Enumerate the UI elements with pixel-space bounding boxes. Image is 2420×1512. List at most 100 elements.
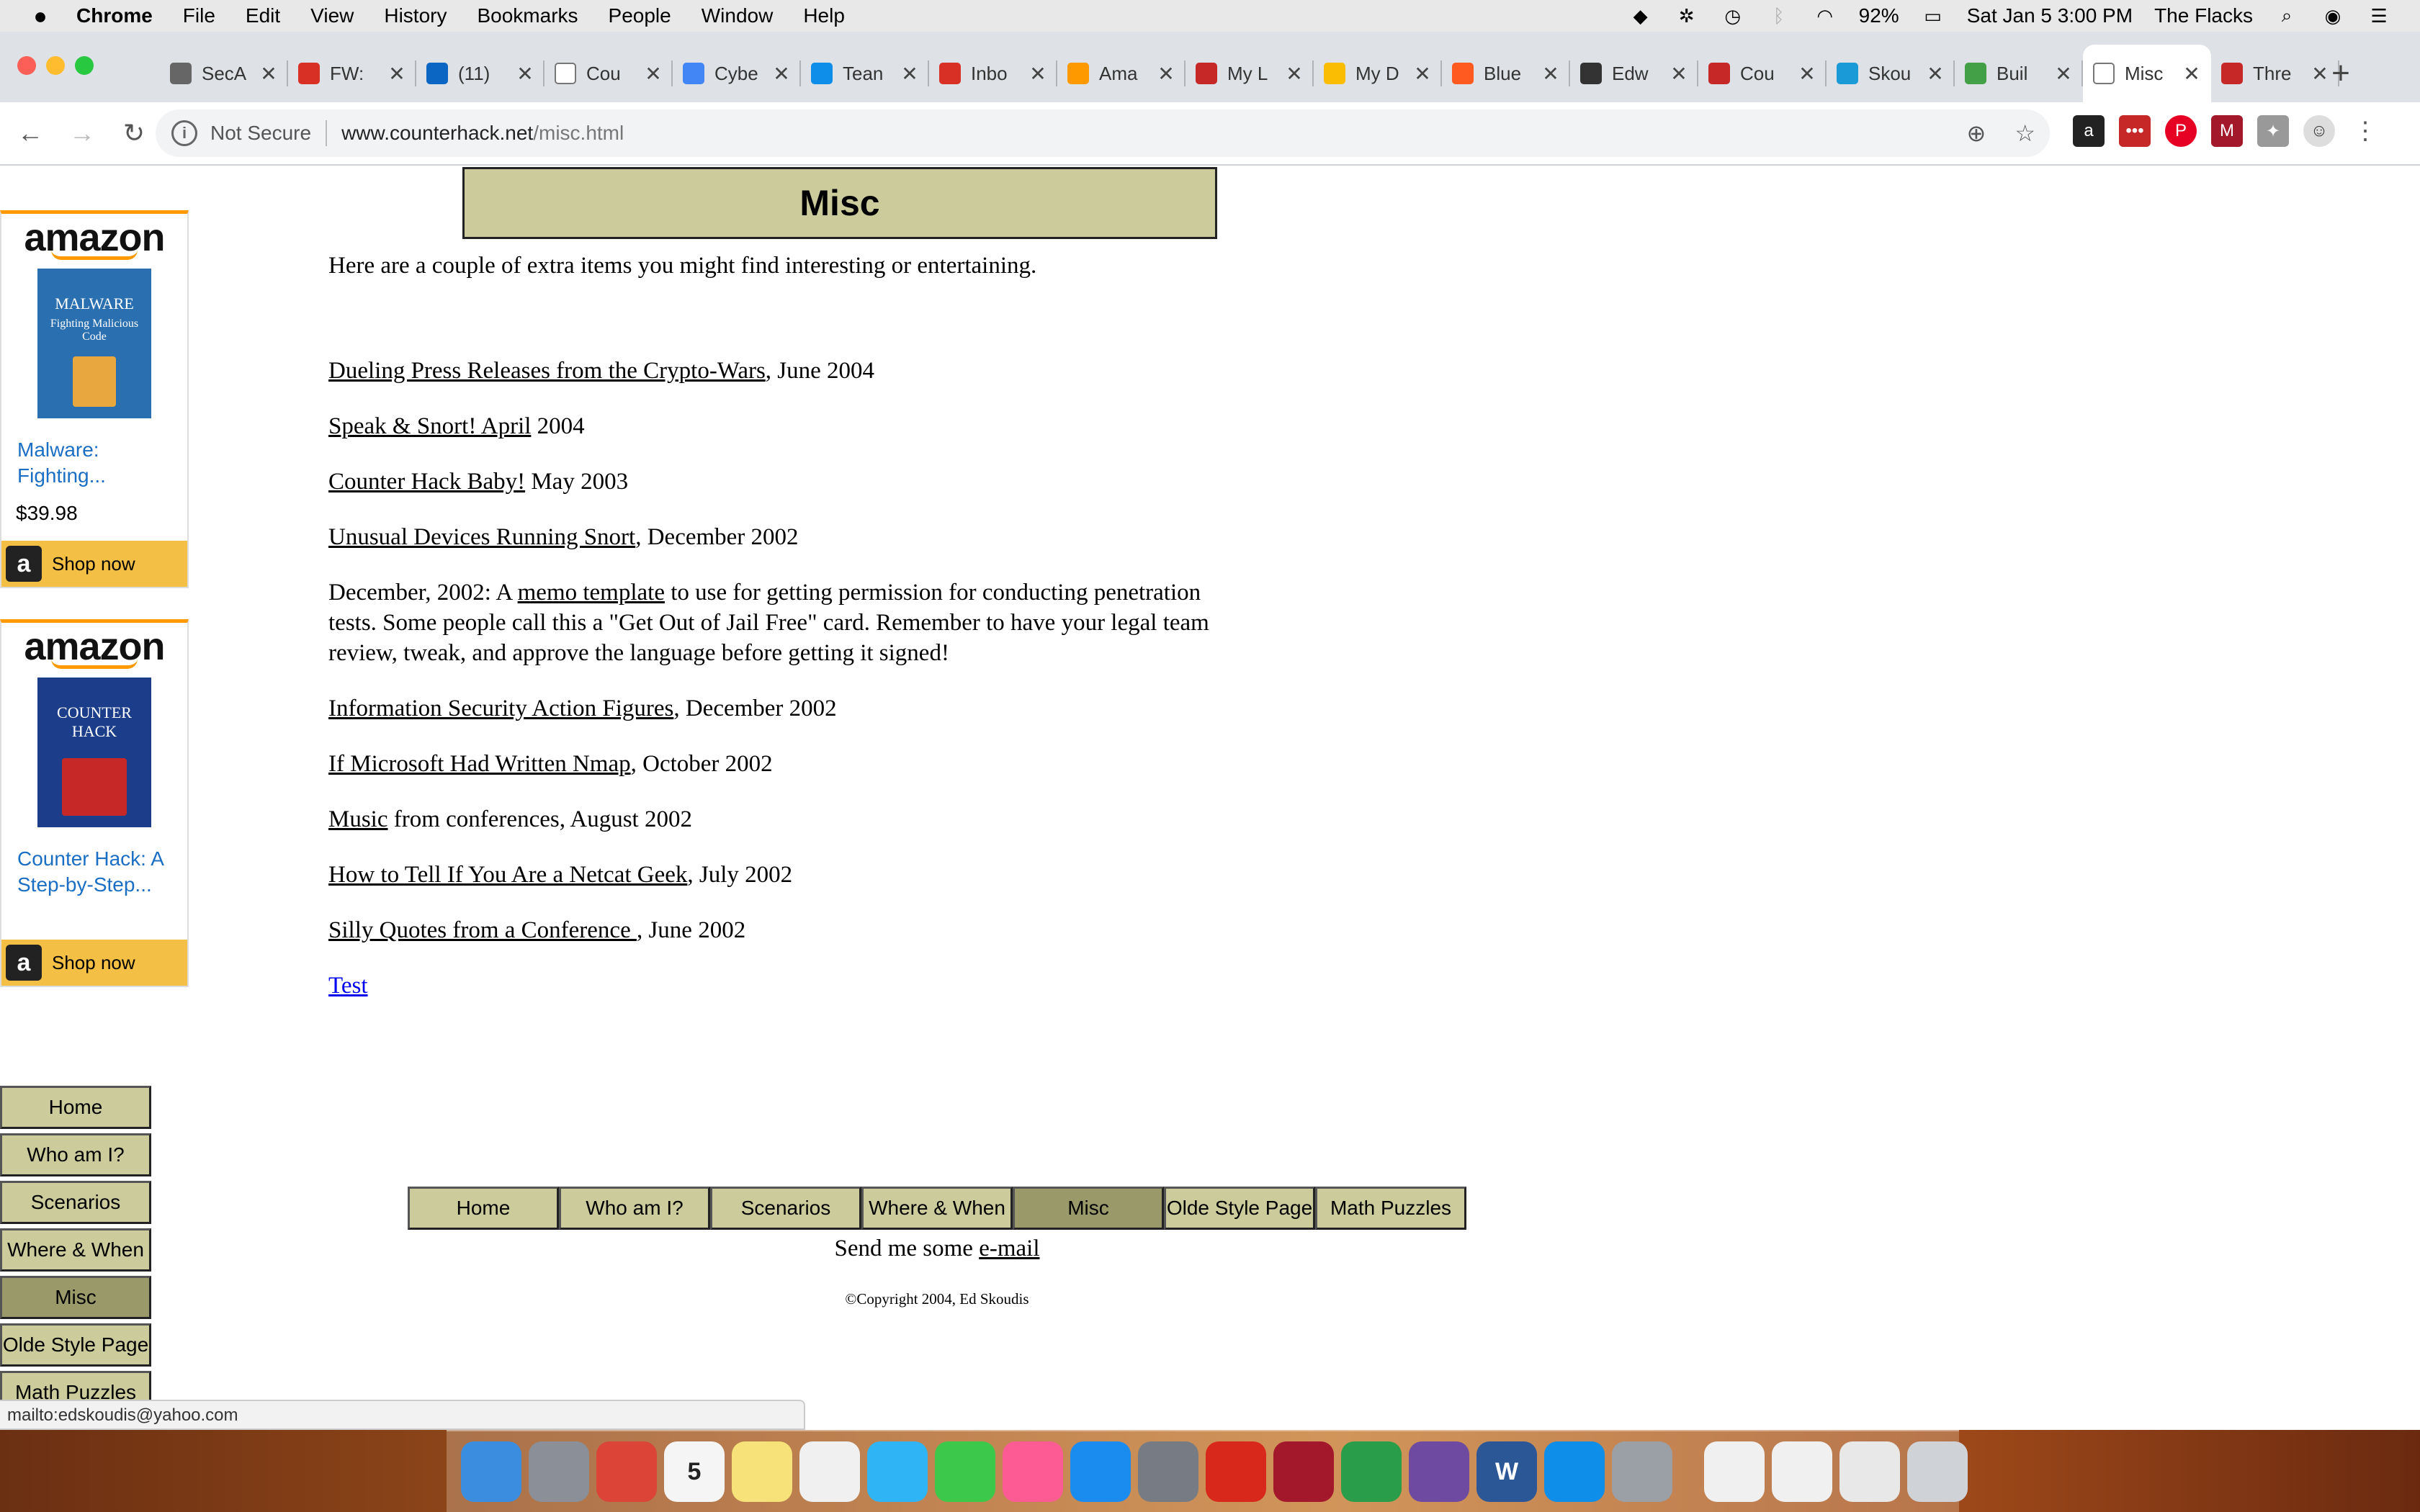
close-tab-icon[interactable]: ✕ <box>1157 62 1175 86</box>
tab-14[interactable]: Buil ✕ <box>1955 45 2083 102</box>
github-icon[interactable] <box>1409 1441 1469 1502</box>
address-bar[interactable]: i Not Secure www.counterhack.net/misc.ht… <box>156 109 2050 157</box>
url-host[interactable]: www.counterhack.net <box>341 122 533 145</box>
lastpass-extension-icon[interactable]: ••• <box>2119 115 2151 147</box>
amazon-extension-icon[interactable]: a <box>2073 115 2105 147</box>
bottomnav-where-when[interactable]: Where & When <box>861 1187 1013 1230</box>
battery-percent[interactable]: 92% <box>1859 4 1899 27</box>
clock[interactable]: Sat Jan 5 3:00 PM <box>1967 4 2133 27</box>
item-link[interactable]: Music <box>328 806 388 832</box>
bookmark-star-icon[interactable]: ☆ <box>2015 120 2035 147</box>
doc-word-icon[interactable] <box>1772 1441 1832 1502</box>
close-tab-icon[interactable]: ✕ <box>644 62 663 86</box>
book-cover-malware[interactable]: MALWARE Fighting Malicious Code <box>37 269 151 418</box>
tab-8[interactable]: My L ✕ <box>1186 45 1314 102</box>
tab-15[interactable]: Misc ✕ <box>2083 45 2211 102</box>
zoom-icon[interactable]: ⊕ <box>1967 120 1986 147</box>
word-icon[interactable]: W <box>1476 1441 1537 1502</box>
tab-4[interactable]: Cybe ✕ <box>673 45 801 102</box>
tab-6[interactable]: Inbo ✕ <box>929 45 1057 102</box>
acrobat-icon[interactable] <box>1206 1441 1266 1502</box>
close-tab-icon[interactable]: ✕ <box>2182 62 2201 86</box>
snip-icon[interactable] <box>1612 1441 1672 1502</box>
menu-window[interactable]: Window <box>702 4 774 27</box>
sidenav-olde-style-page[interactable]: Olde Style Page <box>0 1323 151 1367</box>
ad-product-title[interactable]: Counter Hack: A Step-by-Step... <box>17 846 187 898</box>
close-tab-icon[interactable]: ✕ <box>772 62 791 86</box>
item-link[interactable]: Speak & Snort! April <box>328 413 531 439</box>
ad-product-title[interactable]: Malware: Fighting... <box>17 437 161 489</box>
book-cover-counter-hack[interactable]: COUNTER HACK <box>37 678 151 827</box>
item-link[interactable]: Silly Quotes from a Conference <box>328 917 637 943</box>
tab-10[interactable]: Blue ✕ <box>1442 45 1570 102</box>
sidenav-scenarios[interactable]: Scenarios <box>0 1181 151 1224</box>
spotlight-icon[interactable]: ⌕ <box>2275 4 2299 27</box>
menu-bookmarks[interactable]: Bookmarks <box>477 4 578 27</box>
mendeley-icon[interactable] <box>1273 1441 1334 1502</box>
amazon-ad-malware[interactable]: amazon MALWARE Fighting Malicious Code M… <box>0 210 189 588</box>
tab-12[interactable]: Cou ✕ <box>1698 45 1827 102</box>
close-tab-icon[interactable]: ✕ <box>259 62 278 86</box>
profile-avatar-icon[interactable]: ☺ <box>2303 115 2335 147</box>
item-link[interactable]: If Microsoft Had Written Nmap <box>328 751 631 777</box>
sidenav-home[interactable]: Home <box>0 1086 151 1129</box>
tab-7[interactable]: Ama ✕ <box>1057 45 1186 102</box>
bottomnav-math-puzzles[interactable]: Math Puzzles <box>1315 1187 1466 1230</box>
menu-help[interactable]: Help <box>803 4 845 27</box>
messages-icon[interactable] <box>867 1441 928 1502</box>
close-tab-icon[interactable]: ✕ <box>900 62 919 86</box>
close-tab-icon[interactable]: ✕ <box>1285 62 1304 86</box>
tab-0[interactable]: SecA ✕ <box>160 45 288 102</box>
close-tab-icon[interactable]: ✕ <box>1926 62 1945 86</box>
test-link[interactable]: Test <box>328 971 368 1001</box>
close-tab-icon[interactable]: ✕ <box>2054 62 2073 86</box>
maximize-window-button[interactable] <box>75 56 94 75</box>
close-tab-icon[interactable]: ✕ <box>516 62 534 86</box>
item-link[interactable]: Information Security Action Figures <box>328 696 673 721</box>
close-tab-icon[interactable]: ✕ <box>387 62 406 86</box>
reload-button[interactable]: ↻ <box>112 112 156 155</box>
notes-icon[interactable] <box>732 1441 792 1502</box>
app-store-icon[interactable] <box>1070 1441 1131 1502</box>
new-tab-button[interactable]: + <box>2312 45 2370 102</box>
doc-txt-icon[interactable] <box>1704 1441 1765 1502</box>
notification-center-icon[interactable]: ☰ <box>2367 5 2391 27</box>
close-tab-icon[interactable]: ✕ <box>1541 62 1560 86</box>
info-icon[interactable]: i <box>171 120 197 146</box>
teamviewer-icon[interactable] <box>1544 1441 1605 1502</box>
launchpad-icon[interactable] <box>529 1441 589 1502</box>
menu-history[interactable]: History <box>384 4 447 27</box>
reminders-icon[interactable] <box>799 1441 860 1502</box>
shop-now-button[interactable]: a Shop now <box>1 541 187 587</box>
pinterest-extension-icon[interactable]: P <box>2165 115 2197 147</box>
bottomnav-misc[interactable]: Misc <box>1013 1187 1164 1230</box>
battery-icon[interactable]: ▭ <box>1921 5 1945 27</box>
amazon-ad-counter-hack[interactable]: amazon COUNTER HACK Counter Hack: A Step… <box>0 619 189 987</box>
chrome-menu-icon[interactable]: ⋮ <box>2349 115 2381 147</box>
itunes-icon[interactable] <box>1003 1441 1063 1502</box>
bottomnav-who-am-i[interactable]: Who am I? <box>559 1187 710 1230</box>
menu-edit[interactable]: Edit <box>246 4 280 27</box>
bluetooth-icon[interactable]: ᛒ <box>1767 5 1791 27</box>
url-path[interactable]: /misc.html <box>533 122 624 145</box>
tab-9[interactable]: My D ✕ <box>1314 45 1442 102</box>
tab-13[interactable]: Skou ✕ <box>1827 45 1955 102</box>
bottomnav-home[interactable]: Home <box>408 1187 559 1230</box>
chrome-icon[interactable] <box>596 1441 657 1502</box>
shop-now-button[interactable]: a Shop now <box>1 940 187 986</box>
close-tab-icon[interactable]: ✕ <box>1798 62 1816 86</box>
keynote-icon[interactable] <box>1341 1441 1402 1502</box>
trash-icon[interactable] <box>1907 1441 1968 1502</box>
time-machine-icon[interactable]: ◷ <box>1721 5 1745 27</box>
finder-icon[interactable] <box>461 1441 521 1502</box>
menu-view[interactable]: View <box>310 4 354 27</box>
puzzle-extension-icon[interactable]: ✦ <box>2257 115 2289 147</box>
item-link[interactable]: Unusual Devices Running Snort <box>328 524 635 550</box>
sidenav-where-when[interactable]: Where & When <box>0 1228 151 1272</box>
calendar-icon[interactable]: 5 <box>664 1441 725 1502</box>
tab-1[interactable]: FW: ✕ <box>288 45 416 102</box>
security-label[interactable]: Not Secure <box>210 122 311 145</box>
wrench-icon[interactable]: ✲ <box>1675 5 1699 27</box>
bottomnav-scenarios[interactable]: Scenarios <box>710 1187 861 1230</box>
bottomnav-olde-style-page[interactable]: Olde Style Page <box>1164 1187 1315 1230</box>
